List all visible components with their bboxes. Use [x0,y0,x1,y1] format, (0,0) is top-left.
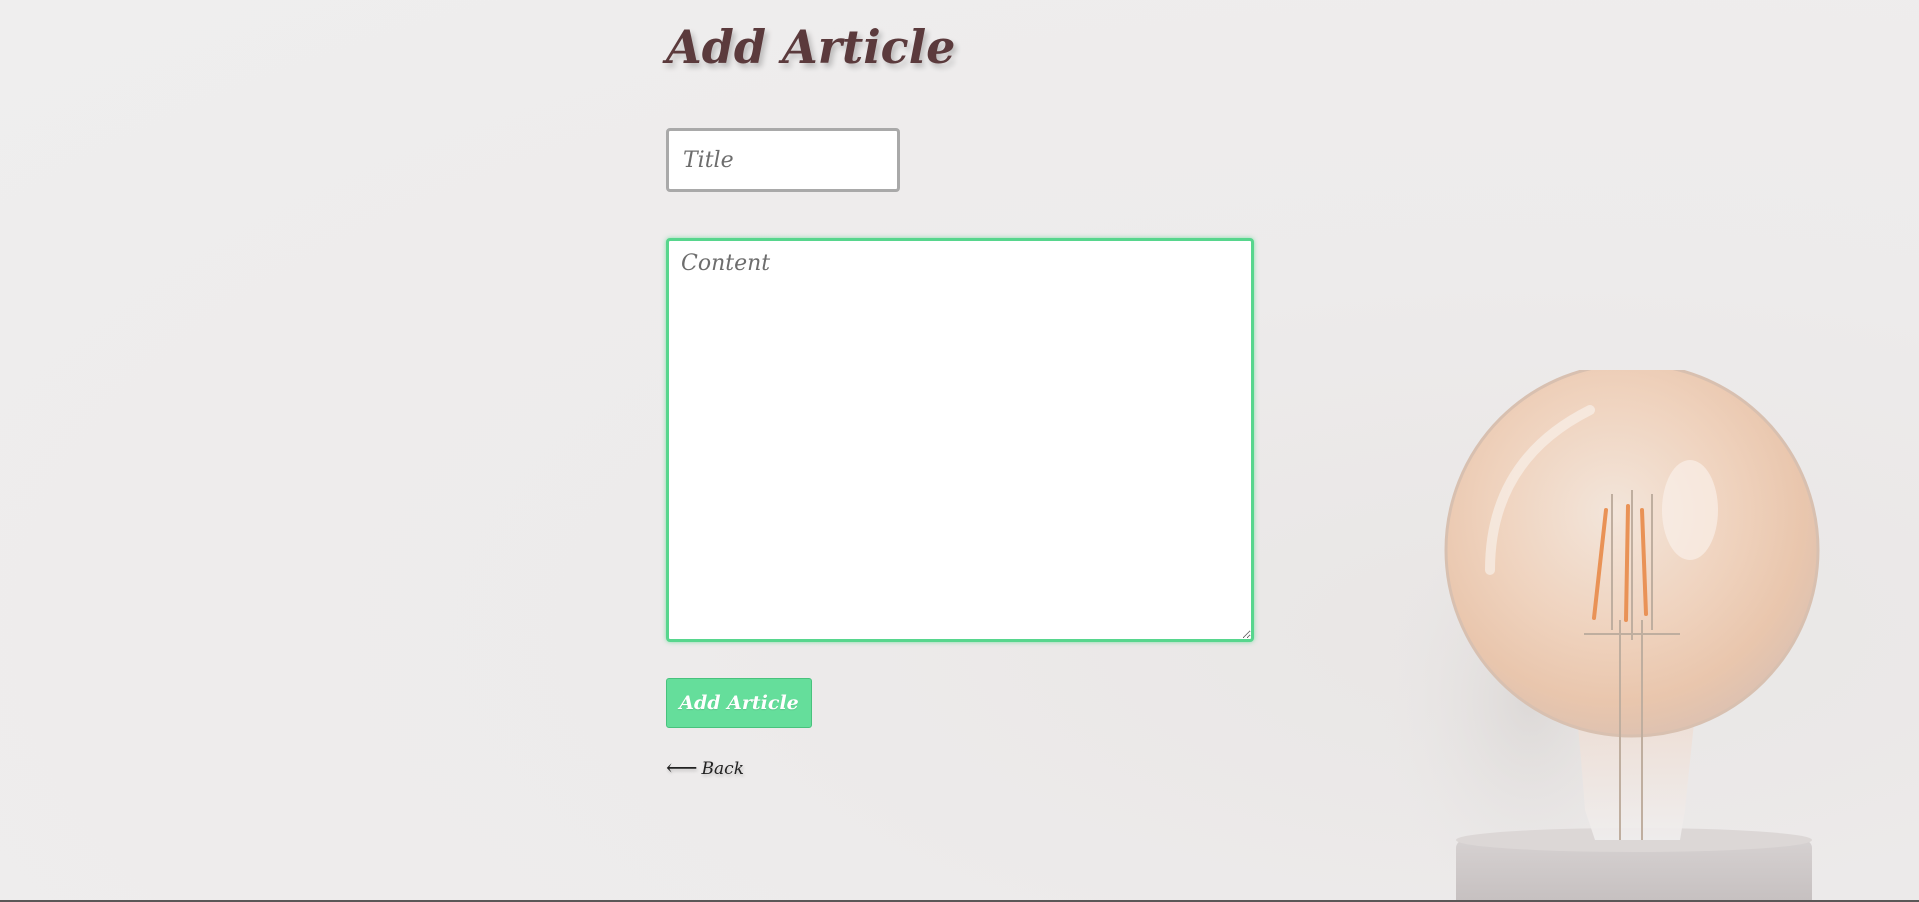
content-textarea[interactable] [666,238,1254,642]
light-bulb-decoration [1380,370,1820,902]
title-input[interactable] [666,128,900,192]
add-article-button[interactable]: Add Article [666,678,812,728]
left-arrow-icon: ⟵ [666,756,698,781]
back-link[interactable]: ⟵ Back [666,756,744,781]
page-title: Add Article [666,20,956,74]
back-label: Back [701,758,744,779]
